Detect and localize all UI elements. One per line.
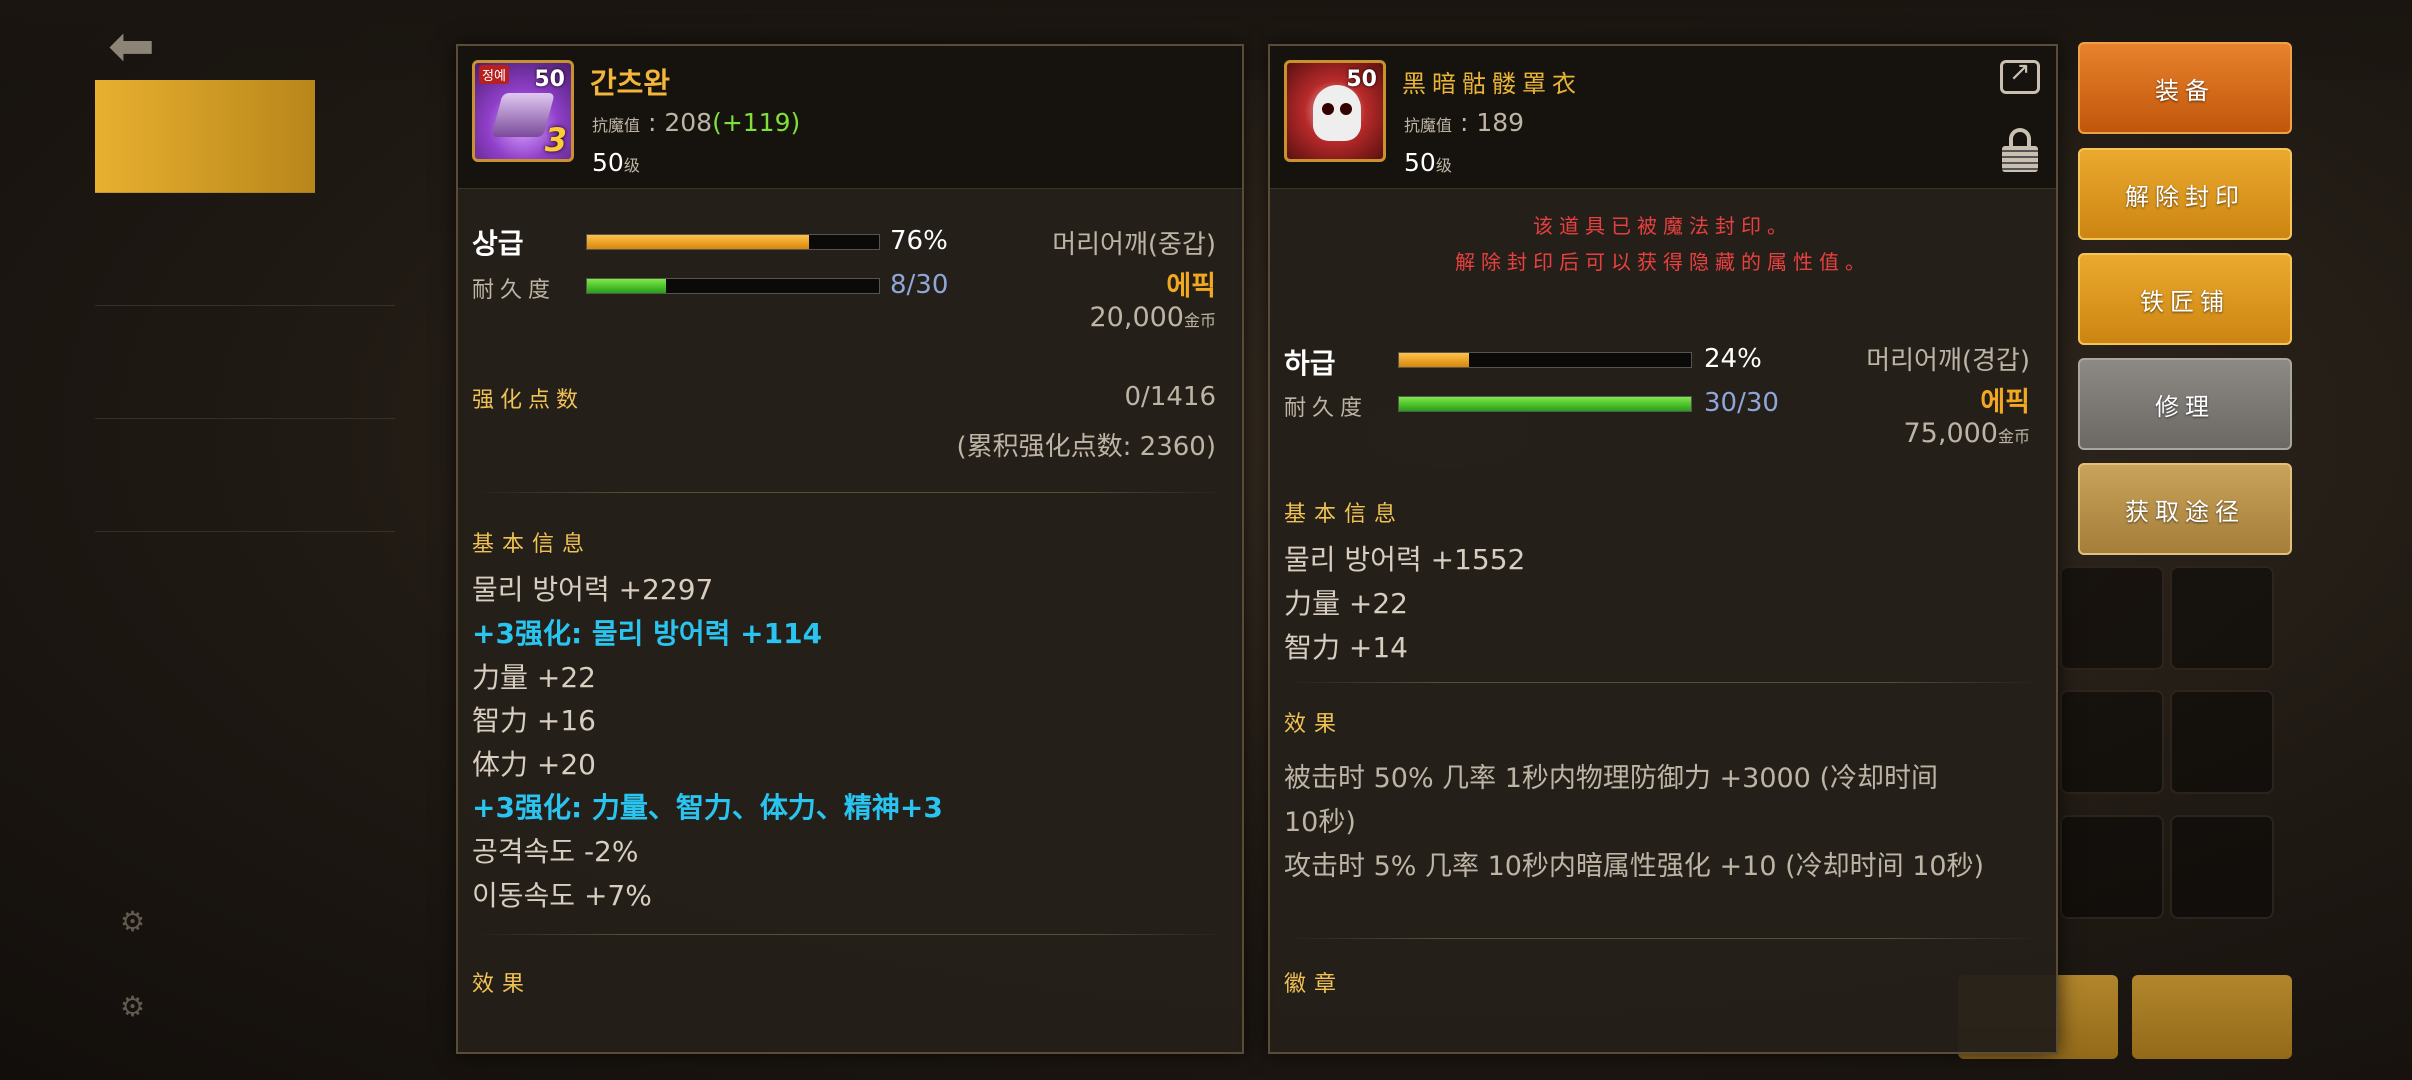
stat-line: 공격속도 -2% xyxy=(472,835,639,868)
item-header: 정예 50 3 간츠완 抗魔值 : 208(+119) 50级 xyxy=(458,46,1242,189)
rarity: 에픽 xyxy=(1166,271,1216,302)
background-button[interactable] xyxy=(2132,975,2292,1059)
item-name: 黑暗骷髅罩衣 xyxy=(1402,70,1582,98)
seal-warning: 该道具已被魔法封印。 xyxy=(1533,214,1793,238)
effect-title: 效果 xyxy=(472,972,533,997)
durability-bar xyxy=(586,278,880,294)
stat-line: 力量 +22 xyxy=(472,661,596,694)
item-type: 머리어깨(중갑) xyxy=(1052,230,1216,260)
inventory-slot[interactable] xyxy=(2170,815,2274,919)
rarity: 에픽 xyxy=(1980,387,2030,418)
unseal-button[interactable]: 解除封印 xyxy=(2078,148,2292,240)
repair-button[interactable]: 修理 xyxy=(2078,358,2292,450)
effect-title: 效果 xyxy=(1284,712,1345,737)
divider xyxy=(1284,938,2042,939)
durability-bar-fill xyxy=(1399,397,1691,411)
item-level: 50级 xyxy=(592,148,640,177)
basic-info-title: 基本信息 xyxy=(1284,502,1405,527)
item-tooltip-compare: 50 黑暗骷髅罩衣 抗魔值 : 189 50级 该道具已被魔法封印。 解除封印后… xyxy=(1268,44,2058,1054)
inventory-slot[interactable] xyxy=(2060,815,2164,919)
blacksmith-button[interactable]: 铁匠铺 xyxy=(2078,253,2292,345)
gear-icon[interactable]: ⚙ xyxy=(120,905,145,938)
share-icon[interactable] xyxy=(2000,57,2040,94)
enhance-points: 0/1416 xyxy=(1124,382,1216,412)
grade-label: 상급 xyxy=(472,227,524,260)
price: 20,000金币 xyxy=(1089,302,1217,333)
enhance-points-label: 强化点数 xyxy=(472,388,585,413)
item-header: 50 黑暗骷髅罩衣 抗魔值 : 189 50级 xyxy=(1270,46,2056,189)
stat-line: 물리 방어력 +2297 xyxy=(472,573,714,606)
lock-icon[interactable] xyxy=(2002,128,2038,172)
durability-bar xyxy=(1398,396,1692,412)
equip-button[interactable]: 装备 xyxy=(2078,42,2292,134)
grade-percent: 76% xyxy=(890,226,948,256)
inventory-slot[interactable] xyxy=(2060,566,2164,670)
magic-resist: 抗魔值 : 208(+119) xyxy=(592,108,801,137)
grade-badge: 정예 xyxy=(479,65,509,84)
divider xyxy=(1284,682,2042,683)
sidebar-item[interactable] xyxy=(95,193,395,306)
stat-line: 智力 +16 xyxy=(472,704,596,737)
sidebar-item[interactable] xyxy=(95,306,395,419)
skull-mask-icon xyxy=(1313,85,1361,141)
durability-bar-fill xyxy=(587,279,666,293)
item-type: 머리어깨(경갑) xyxy=(1866,346,2030,376)
item-tooltip-current: 정예 50 3 간츠완 抗魔值 : 208(+119) 50级 상급 76% 耐… xyxy=(456,44,1244,1054)
durability-value: 8/30 xyxy=(890,270,949,300)
price: 75,000金币 xyxy=(1903,418,2031,449)
item-icon: 50 xyxy=(1284,60,1386,162)
icon-level: 50 xyxy=(534,67,565,92)
effect-line: 攻击时 5% 几率 10秒内暗属性强化 +10 (冷却时间 10秒) xyxy=(1284,851,1985,882)
stat-line: 力量 +22 xyxy=(1284,587,1408,620)
stat-line: 体力 +20 xyxy=(472,748,596,781)
inventory-slot[interactable] xyxy=(2170,690,2274,794)
grade-bar xyxy=(586,234,880,250)
grade-bar-fill xyxy=(587,235,809,249)
grade-label: 하급 xyxy=(1284,347,1336,380)
stat-line: 智力 +14 xyxy=(1284,631,1408,664)
magic-resist: 抗魔值 : 189 xyxy=(1404,108,1525,137)
grade-bar xyxy=(1398,352,1692,368)
basic-info-title: 基本信息 xyxy=(472,532,593,557)
enhance-badge: 3 xyxy=(544,121,567,159)
divider xyxy=(472,934,1228,935)
back-arrow-icon[interactable]: ⬅ xyxy=(108,14,155,79)
inventory-slot[interactable] xyxy=(2170,566,2274,670)
durability-value: 30/30 xyxy=(1704,388,1779,418)
acquire-source-button[interactable]: 获取途径 xyxy=(2078,463,2292,555)
item-name: 간츠완 xyxy=(590,66,671,100)
stat-line-enhance: +3强化: 力量、智力、体力、精神+3 xyxy=(472,791,943,824)
grade-bar-fill xyxy=(1399,353,1470,367)
background-sidebar xyxy=(95,80,395,1040)
item-level: 50级 xyxy=(1404,148,1452,177)
stat-line: 물리 방어력 +1552 xyxy=(1284,543,1526,576)
divider xyxy=(472,492,1228,493)
sidebar-item[interactable] xyxy=(95,419,395,532)
grade-percent: 24% xyxy=(1704,344,1762,374)
durability-label: 耐久度 xyxy=(472,278,557,303)
stat-line-enhance: +3强化: 물리 방어력 +114 xyxy=(472,617,823,650)
durability-label: 耐久度 xyxy=(1284,396,1369,421)
seal-warning-detail: 解除封印后可以获得隐藏的属性值。 xyxy=(1455,250,1871,274)
emblem-title: 徽章 xyxy=(1284,972,1345,997)
inventory-slot[interactable] xyxy=(2060,690,2164,794)
enhance-total: (累积强化点数: 2360) xyxy=(956,432,1216,462)
effect-line: 被击时 50% 几率 1秒内物理防御力 +3000 (冷却时间 xyxy=(1284,763,1938,794)
book-icon[interactable]: ⚙ xyxy=(120,990,145,1023)
item-icon: 정예 50 3 xyxy=(472,60,574,162)
stat-line: 이동속도 +7% xyxy=(472,879,652,912)
sidebar-item-active[interactable] xyxy=(95,80,315,193)
effect-line: 10秒) xyxy=(1284,807,1356,838)
icon-level: 50 xyxy=(1346,67,1377,92)
